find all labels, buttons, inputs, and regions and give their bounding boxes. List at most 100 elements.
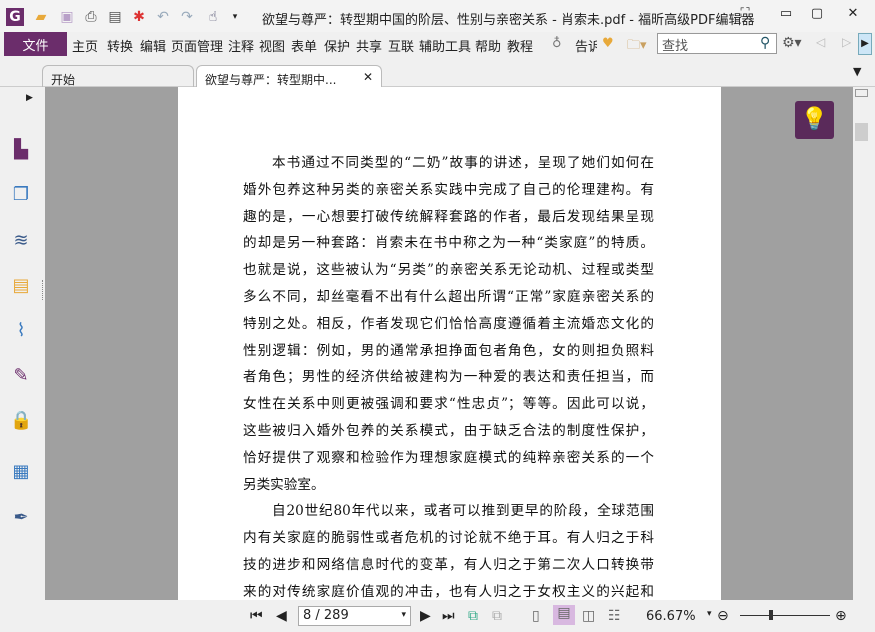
menu-form[interactable]: 表单 <box>291 36 317 55</box>
tab-document-label: 欲望与尊严：转型期中... <box>205 73 337 87</box>
menu-protect[interactable]: 保护 <box>324 36 350 55</box>
zoom-dropdown-icon[interactable]: ▾ <box>707 609 712 619</box>
bookmark-icon[interactable]: ▙ <box>10 139 32 161</box>
status-bar: ⏮ ◀ ▶ ⏭ ⧉ ⧉ ▯ ▤ ◫ ☷ 66.67% ▾ ⊖ ⊕ <box>0 600 875 632</box>
lock-icon[interactable]: 🔒 <box>10 410 32 432</box>
gear-icon[interactable]: ⚙▾ <box>782 35 802 51</box>
text-line: 技的进步和网络信息时代的变革，有人归之于第二次人口转换带 <box>243 557 654 573</box>
menu-share[interactable]: 共享 <box>356 36 382 55</box>
text-line: 自20世纪80年代以来，或者可以推到更早的阶段，全球范围 <box>272 503 654 520</box>
previous-page-icon[interactable]: ◀ <box>276 608 287 624</box>
page-dropdown-icon[interactable]: ▾ <box>401 610 406 620</box>
menu-comment[interactable]: 注释 <box>228 36 254 55</box>
layers-icon[interactable]: ≋ <box>10 230 32 252</box>
comments-icon[interactable]: ▤ <box>10 275 32 297</box>
fullscreen-icon[interactable]: ⛶ <box>735 6 755 21</box>
text-line: 多么不同，却丝毫看不出有什么超出所谓“正常”家庭亲密关系的 <box>243 289 654 305</box>
maximize-button[interactable]: ▢ <box>807 6 827 21</box>
page-thumbnails-icon[interactable]: ❐ <box>10 184 32 206</box>
menu-accessibility[interactable]: 辅助工具 <box>419 36 471 55</box>
zoom-slider-thumb[interactable] <box>769 610 773 620</box>
pdf-page: 本书通过不同类型的“二奶”故事的讲述，呈现了她们如何在婚外包养这种另类的亲密关系… <box>178 87 721 600</box>
text-line: 性别逻辑：例如，男的通常承担挣面包者角色，女的则担负照料 <box>243 342 654 359</box>
text-line: 来的对传统家庭价值观的冲击，也有人归之于女权主义的兴起和 <box>243 583 654 600</box>
file-menu[interactable]: 文件 <box>4 32 67 56</box>
first-page-icon[interactable]: ⏮ <box>250 608 263 624</box>
close-button[interactable]: ✕ <box>843 6 863 21</box>
title-bar: G ▰ ▣ ⎙ ▤ ✱ ↶ ↷ ☝ ▾ 欲望与尊严：转型期中国的阶层、性别与亲密… <box>0 0 875 32</box>
search-icon[interactable]: ⚲ <box>760 35 770 51</box>
left-sidebar: ▶ ▙ ❐ ≋ ▤ ⌇ ✎ 🔒 ▦ ✒ <box>0 87 40 600</box>
text-line: 女性在关系中则更被强调和要求“性忠贞”；等等。因此可以说， <box>243 396 654 413</box>
form-fields-icon[interactable]: ▦ <box>10 461 32 483</box>
tab-document[interactable]: 欲望与尊严：转型期中... ✕ <box>196 65 382 87</box>
customize-dropdown-icon[interactable]: ▾ <box>226 8 244 26</box>
menu-edit[interactable]: 编辑 <box>140 36 166 55</box>
properties-icon[interactable]: ▤ <box>106 8 124 26</box>
vertical-scrollbar[interactable] <box>853 87 870 600</box>
signature-icon[interactable]: ✎ <box>10 365 32 387</box>
menu-page-management[interactable]: 页面管理 <box>171 36 223 55</box>
menu-view[interactable]: 视图 <box>259 36 285 55</box>
tips-lightbulb-button[interactable]: 💡 <box>795 101 834 139</box>
menu-connect[interactable]: 互联 <box>388 36 414 55</box>
ribbon-expand-button[interactable]: ▶ <box>858 33 872 55</box>
text-line: 本书通过不同类型的“二奶”故事的讲述，呈现了她们如何在 <box>272 155 654 171</box>
close-tab-icon[interactable]: ✕ <box>363 70 373 84</box>
document-view: 本书通过不同类型的“二奶”故事的讲述，呈现了她们如何在婚外包养这种另类的亲密关系… <box>45 87 853 600</box>
single-page-icon[interactable]: ▯ <box>532 608 540 624</box>
new-icon[interactable]: ✱ <box>130 8 148 26</box>
app-logo-icon: G <box>6 8 24 26</box>
text-line: 另类实验室。 <box>243 476 325 493</box>
tab-bar: 开始 欲望与尊严：转型期中... ✕ ▼ <box>0 57 875 87</box>
scroll-left-icon[interactable]: ◁ <box>816 35 825 49</box>
scroll-right-icon[interactable]: ▷ <box>842 35 851 49</box>
menu-tutorial[interactable]: 教程 <box>507 36 533 55</box>
tab-list-dropdown-icon[interactable]: ▼ <box>853 65 861 78</box>
scroll-thumb[interactable] <box>855 123 868 141</box>
zoom-level[interactable]: 66.67% <box>646 609 696 624</box>
tab-start[interactable]: 开始 <box>42 65 194 87</box>
text-line: 也就是说，这些被认为“另类”的亲密关系无论动机、过程或类型 <box>243 262 654 279</box>
next-view-icon[interactable]: ⧉ <box>492 608 502 624</box>
attachment-icon[interactable]: ⌇ <box>10 320 32 342</box>
expand-panel-icon[interactable]: ▶ <box>26 93 33 103</box>
scroll-up-icon[interactable] <box>855 89 868 97</box>
text-line: 特别之处。相反，作者发现它们恰恰高度遵循着主流婚恋文化的 <box>243 315 654 332</box>
undo-icon[interactable]: ↶ <box>154 8 172 26</box>
redo-icon[interactable]: ↷ <box>178 8 196 26</box>
menu-home[interactable]: 主页 <box>72 36 98 55</box>
lightbulb-icon[interactable]: ♁ <box>552 36 562 51</box>
text-line: 恰好提供了观察和检验作为理想家庭模式的纯粹亲密关系的一个 <box>243 449 654 466</box>
search-input[interactable]: 查找 <box>657 33 777 54</box>
text-line: 内有关家庭的脆弱性或者危机的讨论就不绝于耳。有人归之于科 <box>243 530 654 547</box>
save-icon[interactable]: ▣ <box>58 8 76 26</box>
zoom-slider[interactable] <box>740 615 830 616</box>
text-line: 婚外包养这种另类的亲密关系实践中完成了自己的伦理建构。有 <box>243 181 654 198</box>
zoom-out-icon[interactable]: ⊖ <box>717 608 729 624</box>
facing-pages-icon[interactable]: ◫ <box>582 608 595 624</box>
zoom-in-icon[interactable]: ⊕ <box>835 608 847 624</box>
next-page-icon[interactable]: ▶ <box>420 608 431 624</box>
window-title: 欲望与尊严：转型期中国的阶层、性别与亲密关系 - 肖索未.pdf - 福昕高级P… <box>262 13 755 28</box>
print-icon[interactable]: ⎙ <box>82 8 100 26</box>
hand-tool-icon[interactable]: ☝ <box>204 8 222 26</box>
text-line: 者角色；男性的经济供给被建构为一种爱的表达和责任担当，而 <box>243 369 654 386</box>
continuous-page-icon[interactable]: ▤ <box>553 605 575 625</box>
page-number-input[interactable]: 8 / 289 ▾ <box>298 606 411 626</box>
tell-me[interactable]: 告诉 <box>575 36 597 55</box>
page-number-value: 8 / 289 <box>303 608 349 623</box>
menu-convert[interactable]: 转换 <box>107 36 133 55</box>
minimize-button[interactable]: ▭ <box>776 6 796 21</box>
text-line: 趣的是，一心想要打破传统解释套路的作者，最后发现结果呈现 <box>243 208 654 225</box>
heart-icon[interactable]: ♥ <box>602 36 614 51</box>
menu-help[interactable]: 帮助 <box>475 36 501 55</box>
continuous-facing-icon[interactable]: ☷ <box>608 608 621 624</box>
certificate-icon[interactable]: ✒ <box>10 507 32 529</box>
previous-view-icon[interactable]: ⧉ <box>468 608 478 624</box>
last-page-icon[interactable]: ⏭ <box>442 608 455 624</box>
open-icon[interactable]: ▰ <box>32 8 50 26</box>
text-line: 这些被归入婚外包养的关系模式，由于缺乏合法的制度性保护， <box>243 423 654 439</box>
search-folder-icon[interactable]: 🗀▾ <box>627 36 647 58</box>
text-line: 的却是另一种套路：肖索未在书中称之为一种“类家庭”的特质。 <box>243 235 654 252</box>
